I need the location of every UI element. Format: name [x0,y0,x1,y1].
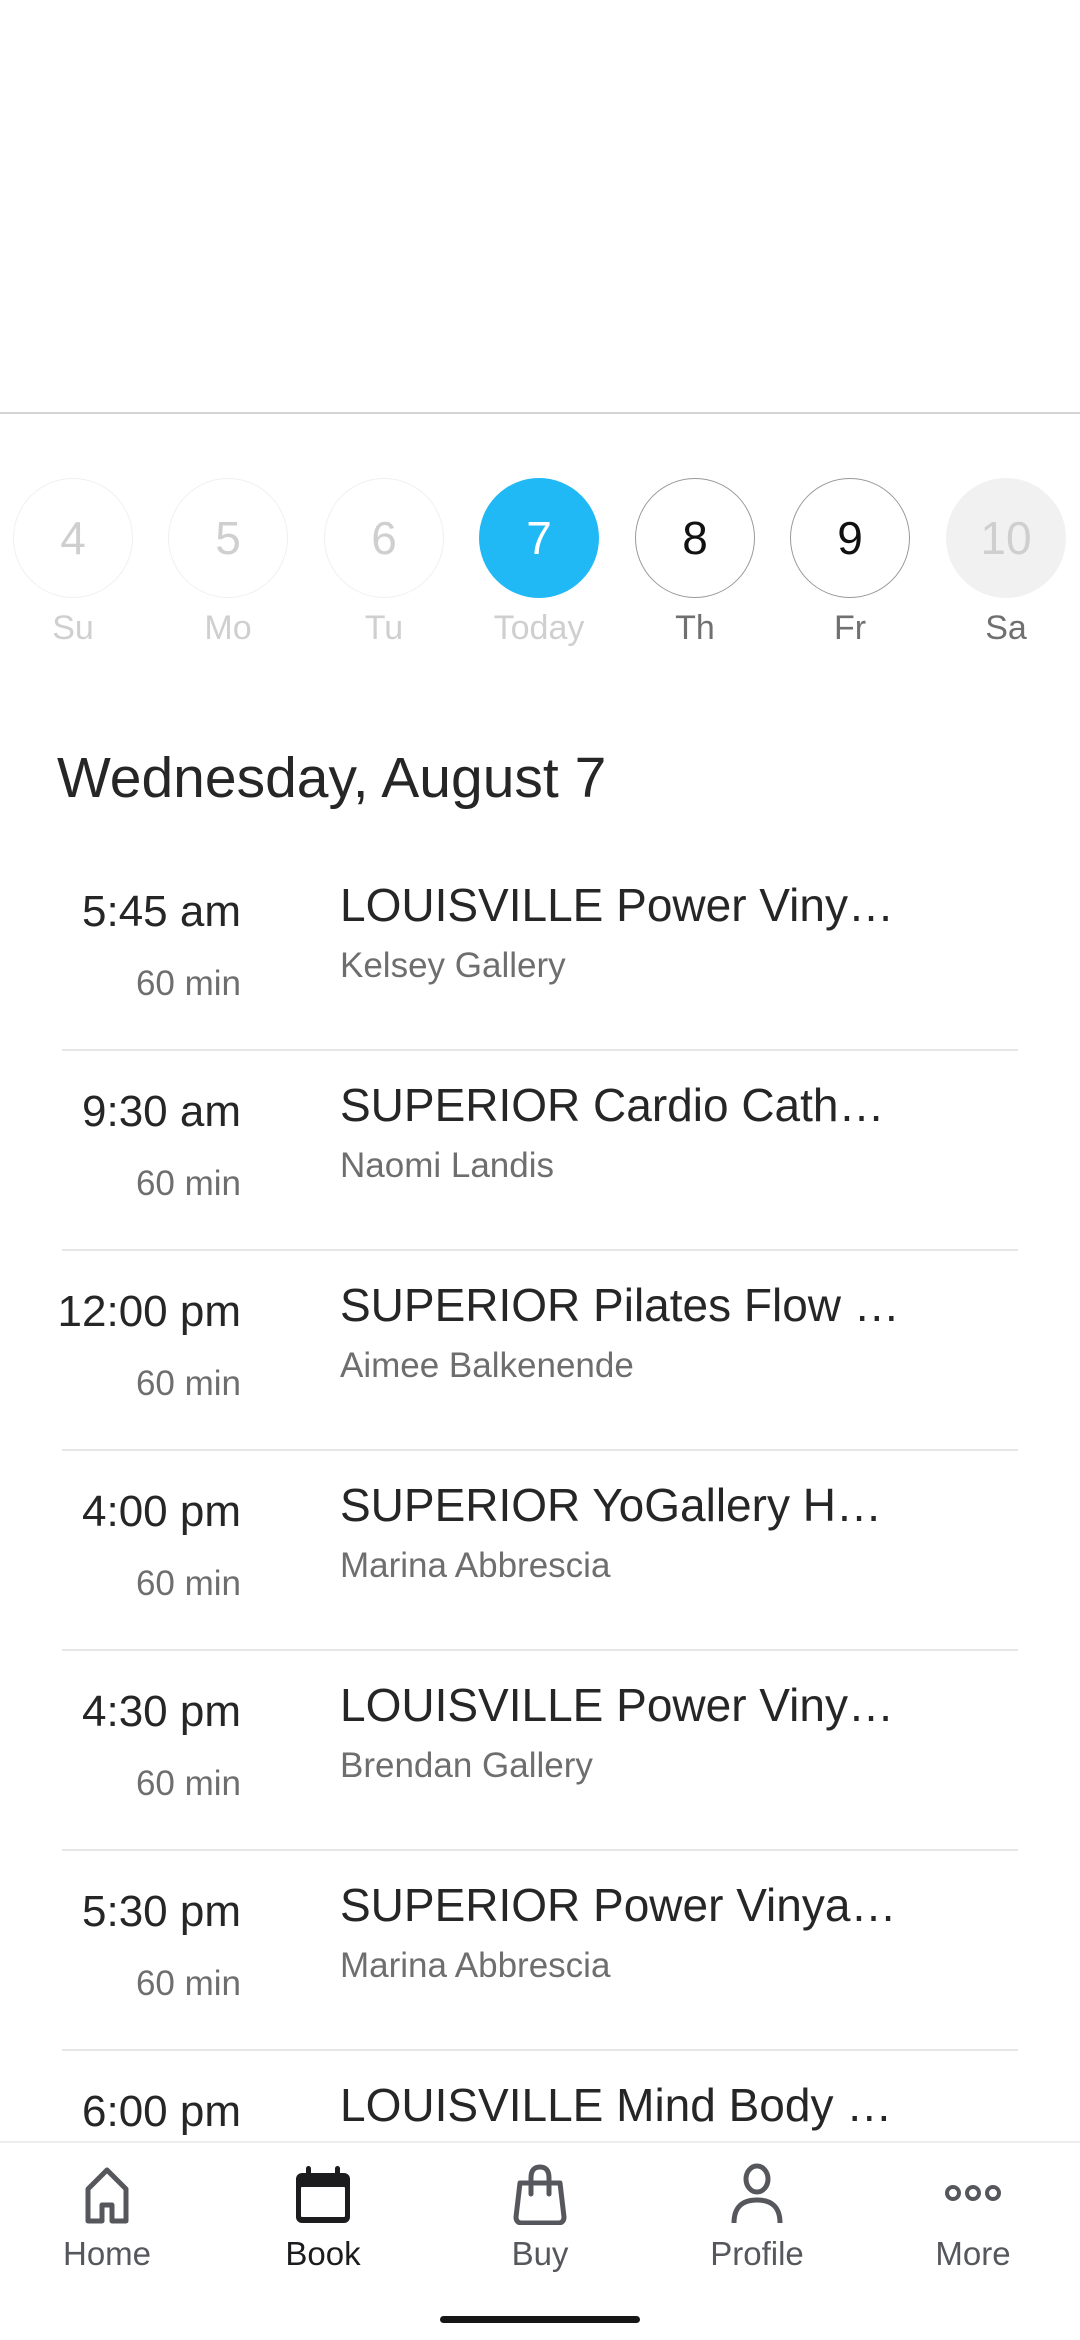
day-friday[interactable]: 9 Fr [790,478,910,648]
day-label: Tu [364,609,404,647]
day-selector: 4 Su 5 Mo 6 Tu 7 Today 8 Th 9 Fr 10 Sa [0,478,1080,658]
class-duration: 60 min [135,964,241,1003]
class-time: 12:00 pm [57,1287,241,1336]
nav-more[interactable]: More [883,2161,1063,2281]
day-label: Th [675,609,715,647]
header-divider [0,412,1080,414]
home-indicator[interactable] [440,2316,640,2323]
day-number: 8 [635,478,755,598]
nav-book[interactable]: Book [233,2161,413,2281]
class-row[interactable]: 4:30 pm 60 min LOUISVILLE Power Viny… Br… [0,1651,1080,1851]
day-label: Su [52,609,94,647]
day-sunday[interactable]: 4 Su [13,478,133,648]
calendar-icon [296,2166,350,2223]
class-time: 6:00 pm [82,2087,241,2136]
day-number-selected: 7 [479,478,599,598]
day-label: Mo [204,609,252,647]
class-title: LOUISVILLE Power Viny… [340,1679,894,1731]
day-today[interactable]: 7 Today [479,478,599,648]
class-instructor: Kelsey Gallery [340,946,566,985]
class-time: 5:30 pm [82,1887,241,1936]
nav-home[interactable]: Home [17,2161,197,2281]
class-duration: 60 min [135,1764,241,1803]
day-label: Today [493,609,585,647]
class-title: SUPERIOR Power Vinya… [340,1879,897,1931]
shopping-bag-icon [513,2164,567,2225]
class-time: 4:30 pm [82,1687,241,1736]
class-time: 4:00 pm [82,1487,241,1536]
class-instructor: Naomi Landis [340,1146,554,1185]
header-blank-area [0,0,1080,412]
class-instructor: Brendan Gallery [340,1746,593,1785]
class-row[interactable]: 4:00 pm 60 min SUPERIOR YoGallery H… Mar… [0,1451,1080,1651]
day-label: Sa [985,609,1027,647]
date-heading: Wednesday, August 7 [57,746,607,810]
class-title: LOUISVILLE Power Viny… [340,879,894,931]
nav-label: Buy [511,2235,569,2272]
nav-profile[interactable]: Profile [667,2161,847,2281]
class-title: SUPERIOR Cardio Cath… [340,1079,885,1131]
home-icon [85,2167,129,2224]
day-number: 9 [790,478,910,598]
class-duration: 60 min [135,1164,241,1203]
class-row[interactable]: 12:00 pm 60 min SUPERIOR Pilates Flow … … [0,1251,1080,1451]
nav-label: Profile [710,2235,804,2272]
day-label: Fr [833,609,867,647]
day-saturday[interactable]: 10 Sa [946,478,1066,648]
day-number: 4 [13,478,133,598]
class-title: SUPERIOR Pilates Flow … [340,1279,900,1331]
nav-label: Book [285,2235,361,2272]
class-duration: 60 min [135,1964,241,2003]
class-title: LOUISVILLE Mind Body … [340,2079,893,2131]
day-monday[interactable]: 5 Mo [168,478,288,648]
class-row[interactable]: 5:30 pm 60 min SUPERIOR Power Vinya… Mar… [0,1851,1080,2051]
more-dots-icon [945,2185,1001,2201]
class-instructor: Marina Abbrescia [340,1546,611,1585]
class-row[interactable]: 9:30 am 60 min SUPERIOR Cardio Cath… Nao… [0,1051,1080,1251]
day-number: 6 [324,478,444,598]
class-duration: 60 min [135,1364,241,1403]
bottom-nav: Home Book Buy Profile More [0,2141,1080,2340]
nav-label: More [935,2235,1011,2272]
class-instructor: Aimee Balkenende [340,1346,634,1385]
class-row[interactable]: 5:45 am 60 min LOUISVILLE Power Viny… Ke… [0,851,1080,1051]
class-instructor: Marina Abbrescia [340,1946,611,1985]
day-tuesday[interactable]: 6 Tu [324,478,444,648]
class-time: 5:45 am [82,887,241,936]
class-duration: 60 min [135,1564,241,1603]
class-title: SUPERIOR YoGallery H… [340,1479,882,1531]
day-number: 10 [946,478,1066,598]
class-time: 9:30 am [82,1087,241,1136]
day-thursday[interactable]: 8 Th [635,478,755,648]
nav-buy[interactable]: Buy [450,2161,630,2281]
day-number: 5 [168,478,288,598]
nav-label: Home [62,2235,152,2272]
class-list: 5:45 am 60 min LOUISVILLE Power Viny… Ke… [0,851,1080,2251]
person-icon [731,2163,783,2224]
